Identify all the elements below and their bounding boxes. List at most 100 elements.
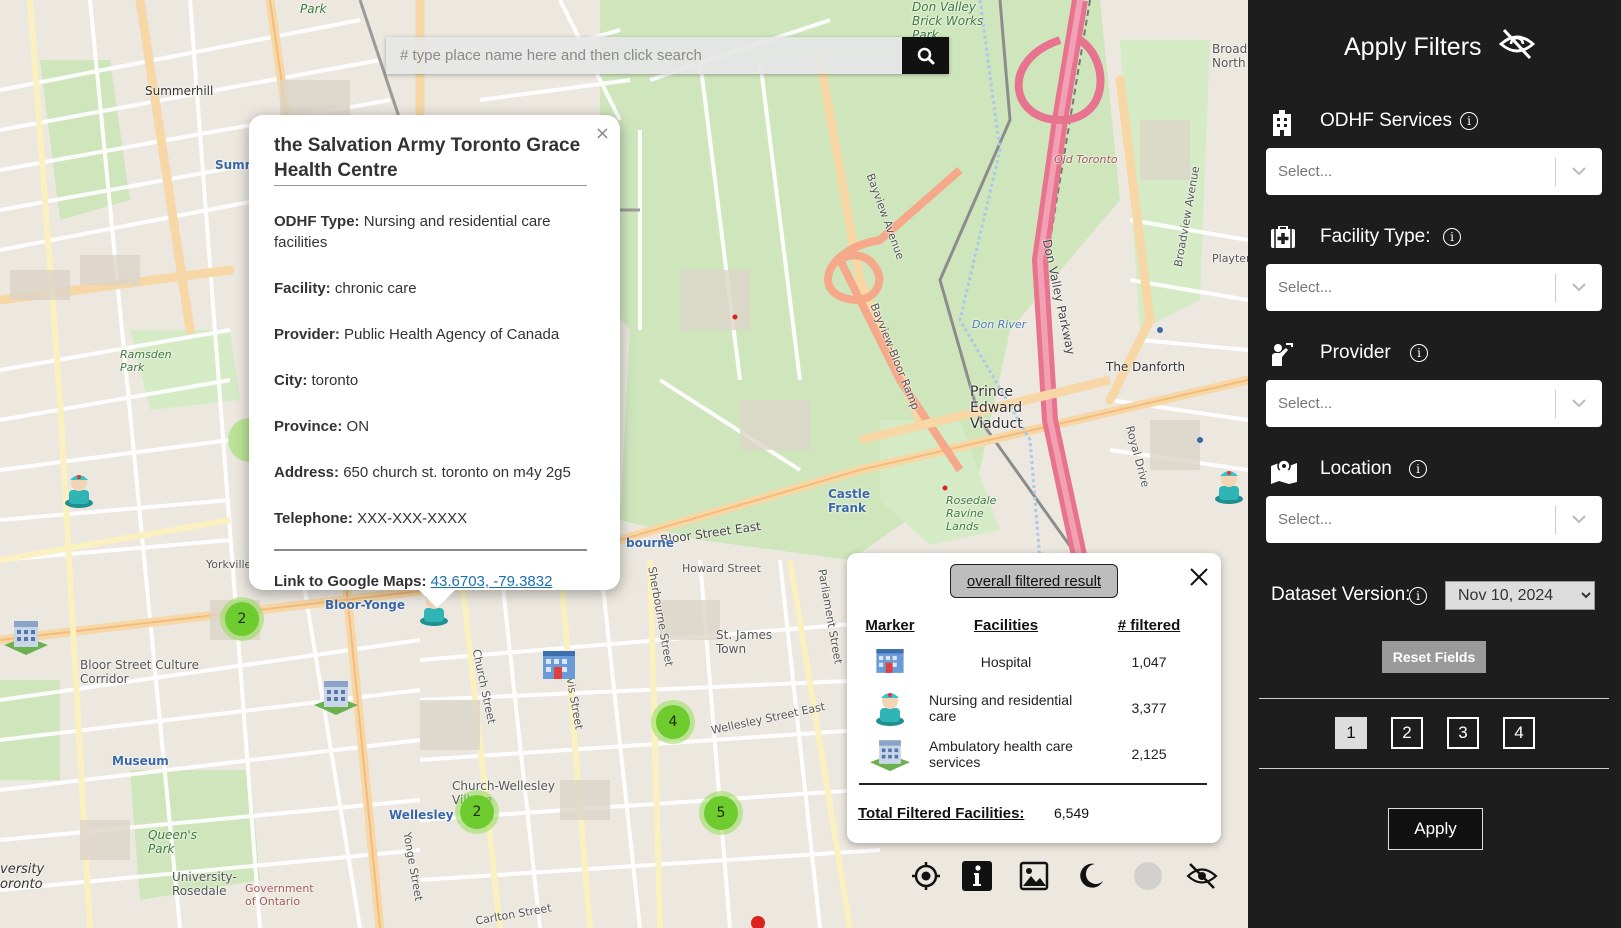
results-close-button[interactable]: [1189, 567, 1209, 592]
chevron-down-icon[interactable]: [1556, 515, 1602, 524]
dark-mode-button[interactable]: [1073, 858, 1109, 894]
facility-cell: Hospital: [980, 654, 1032, 670]
reset-fields-button[interactable]: Reset Fields: [1382, 641, 1486, 673]
popup-provider: Provider: Public Health Agency of Canada: [274, 324, 595, 345]
ambulatory-marker[interactable]: [2, 613, 50, 662]
facility-type-select[interactable]: Select...: [1266, 264, 1602, 311]
page-1-button[interactable]: 1: [1335, 717, 1367, 749]
city-label: City:: [274, 372, 308, 389]
marker-cell: [859, 731, 921, 777]
address-label: Address:: [274, 464, 340, 481]
marker-cluster[interactable]: 2: [455, 790, 499, 834]
chevron-down-icon[interactable]: [1556, 399, 1602, 408]
provider-select[interactable]: Select...: [1266, 380, 1602, 427]
page-3-button[interactable]: 3: [1447, 717, 1479, 749]
info-circle-icon[interactable]: i: [1409, 460, 1427, 478]
popup-city: City: toronto: [274, 370, 595, 391]
sidebar-title: Apply Filters: [1344, 33, 1482, 61]
search-bar: [386, 37, 949, 74]
odhf-services-select[interactable]: Select...: [1266, 148, 1602, 195]
info-circle-icon[interactable]: i: [1460, 112, 1478, 130]
filter-label-provider: Provider: [1320, 342, 1391, 363]
image-button[interactable]: [1016, 858, 1052, 894]
filter-label-location: Location: [1320, 458, 1392, 479]
filter-label-odhf-services: ODHF Services: [1320, 110, 1452, 131]
sidebar-divider: [1259, 768, 1609, 769]
ambulatory-icon: [314, 681, 358, 715]
hospital-marker[interactable]: [537, 645, 581, 690]
info-button[interactable]: [959, 858, 995, 894]
dataset-version-label: Dataset Version:: [1271, 584, 1411, 605]
ambulatory-marker[interactable]: [312, 673, 360, 722]
cluster-count: 2: [225, 602, 259, 636]
info-circle-icon[interactable]: i: [1410, 344, 1428, 362]
popup-telephone: Telephone: XXX-XXX-XXXX: [274, 508, 595, 529]
popup-close-button[interactable]: ×: [595, 123, 610, 144]
cluster-count: 5: [704, 796, 738, 830]
hide-markers-button[interactable]: [1184, 858, 1220, 894]
nurse-icon: [1215, 471, 1243, 504]
header-marker: Marker: [865, 616, 915, 634]
sidebar-divider: [1259, 698, 1609, 699]
search-input[interactable]: [386, 37, 902, 74]
overall-filtered-result-button[interactable]: overall filtered result: [950, 564, 1118, 598]
marker-cluster[interactable]: 5: [699, 791, 743, 835]
ambulatory-icon: [870, 739, 910, 771]
telephone-value: XXX-XXX-XXXX: [357, 510, 468, 527]
city-value: toronto: [311, 372, 359, 389]
table-row: Nursing and residential care 3,377: [859, 685, 1207, 731]
info-circle-icon[interactable]: i: [1443, 228, 1461, 246]
filtered-results-panel: overall filtered result Marker Facilitie…: [847, 553, 1221, 843]
chevron-down-icon[interactable]: [1556, 283, 1602, 292]
info-circle-icon[interactable]: i: [1409, 587, 1427, 605]
telephone-label: Telephone:: [274, 510, 353, 527]
hide-sidebar-button[interactable]: [1498, 27, 1536, 66]
select-placeholder: Select...: [1278, 163, 1333, 180]
count-cell: 2,125: [1131, 746, 1167, 762]
facility-cell: Ambulatory health care services: [929, 738, 1073, 770]
marker-cluster[interactable]: 2: [220, 597, 264, 641]
help-button[interactable]: [1130, 858, 1166, 894]
chevron-down-icon[interactable]: [1556, 167, 1602, 176]
facility-value: chronic care: [334, 280, 417, 297]
total-label: Total Filtered Facilities:: [858, 805, 1025, 822]
moon-icon: [1080, 863, 1103, 888]
marker-cell: [859, 639, 921, 685]
search-button[interactable]: [902, 37, 949, 74]
map-view[interactable]: Park Summerhill Summerhill Ramsden Park …: [0, 0, 1248, 928]
nurse-marker[interactable]: [62, 470, 96, 513]
provider-label: Provider:: [274, 326, 340, 343]
select-placeholder: Select...: [1278, 395, 1333, 412]
odhf-type-label: ODHF Type:: [274, 213, 360, 230]
count-cell: 3,377: [1131, 700, 1167, 716]
results-header-row: Marker Facilities # filtered: [859, 611, 1207, 639]
select-placeholder: Select...: [1278, 511, 1333, 528]
building-icon: [1270, 110, 1294, 141]
cluster-count: 2: [460, 795, 494, 829]
search-icon: [917, 47, 934, 64]
locate-button[interactable]: [908, 858, 944, 894]
facility-label: Facility:: [274, 280, 331, 297]
facility-popup: × the Salvation Army Toronto Grace Healt…: [249, 115, 620, 608]
image-icon: [1019, 861, 1049, 891]
popup-facility: Facility: chronic care: [274, 278, 595, 299]
location-select[interactable]: Select...: [1266, 496, 1602, 543]
apply-button[interactable]: Apply: [1388, 808, 1483, 850]
results-table: Marker Facilities # filtered Hospital 1,…: [859, 611, 1207, 777]
popup-title: the Salvation Army Toronto Grace Health …: [274, 133, 587, 186]
province-value: ON: [346, 418, 370, 435]
info-icon: [962, 861, 992, 891]
nurse-marker[interactable]: [1212, 466, 1246, 509]
eye-slash-icon: [1498, 28, 1536, 60]
header-facilities: Facilities: [973, 616, 1039, 634]
count-cell: 1,047: [1131, 654, 1167, 670]
ambulatory-icon: [4, 621, 48, 655]
page-2-button[interactable]: 2: [1391, 717, 1423, 749]
page-4-button[interactable]: 4: [1503, 717, 1535, 749]
marker-cluster[interactable]: 4: [651, 700, 695, 744]
close-icon: [1190, 568, 1208, 586]
marker-cell: [859, 685, 921, 731]
dataset-version-select[interactable]: Nov 10, 2024: [1445, 581, 1595, 610]
nurse-icon: [876, 692, 904, 726]
google-maps-link[interactable]: 43.6703, -79.3832: [431, 573, 553, 590]
